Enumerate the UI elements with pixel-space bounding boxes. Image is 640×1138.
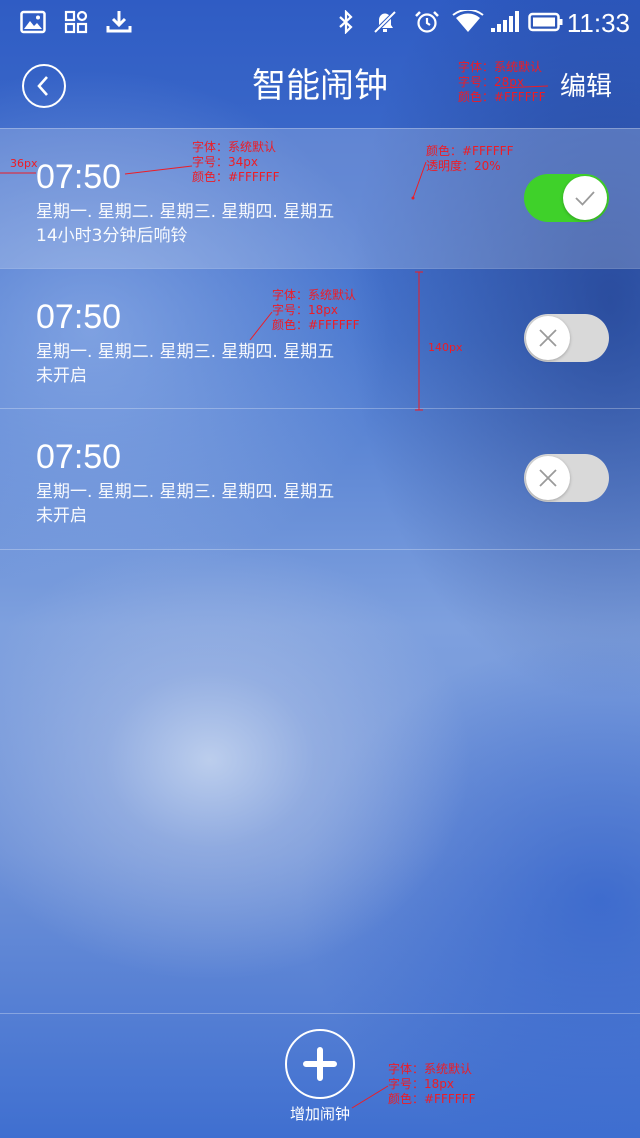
annotation-leader-lines <box>0 85 549 1109</box>
